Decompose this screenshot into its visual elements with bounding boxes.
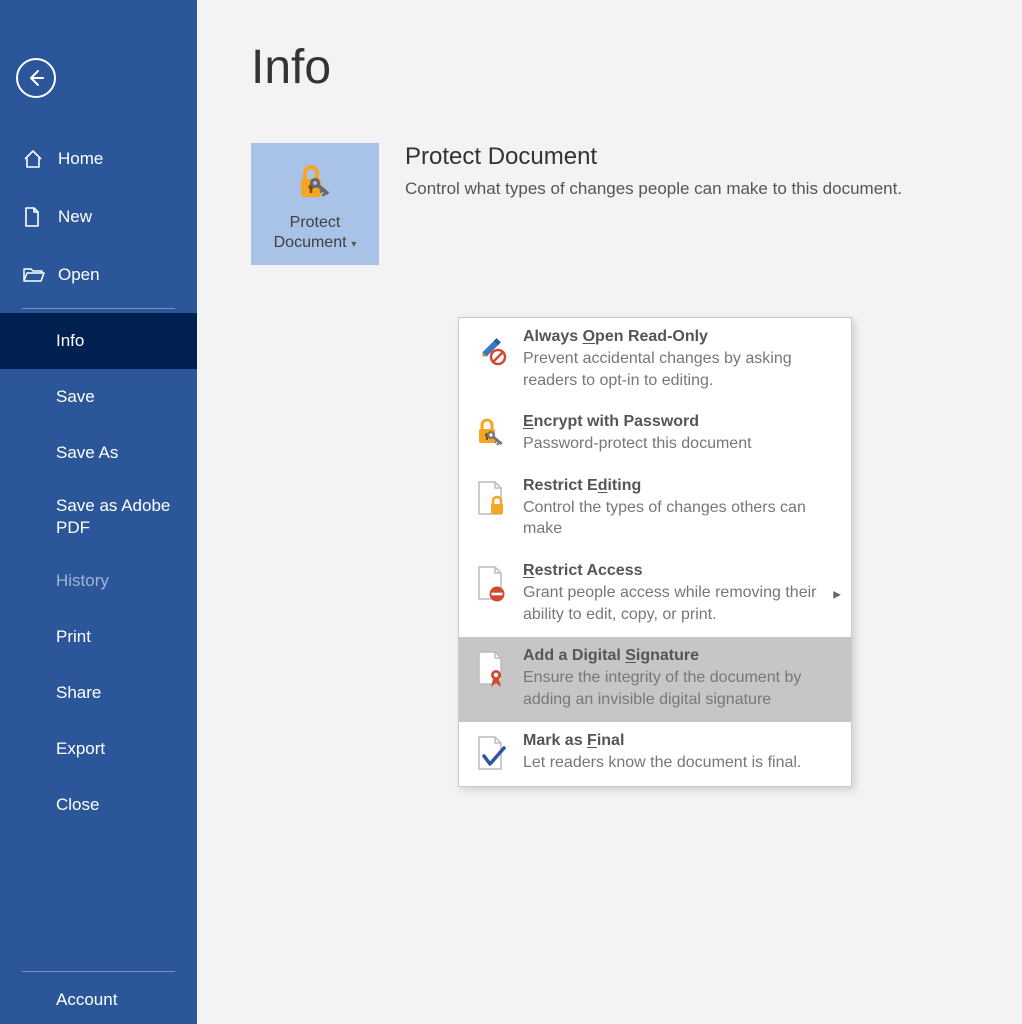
doc-lock-icon [473, 477, 509, 540]
nav-mid: Info Save Save As Save as Adobe PDF Hist… [0, 313, 197, 833]
sidebar-item-print[interactable]: Print [0, 609, 197, 665]
page-title: Info [251, 40, 1022, 95]
sidebar-item-label: Print [56, 627, 91, 647]
sidebar-item-history: History [0, 553, 197, 609]
menu-item-title: Restrict Editing [523, 477, 837, 495]
sidebar-item-close[interactable]: Close [0, 777, 197, 833]
protect-document-text: Protect Document Control what types of c… [405, 143, 902, 199]
sidebar-item-label: Account [56, 990, 117, 1010]
menu-item-description: Control the types of changes others can … [523, 497, 837, 540]
sidebar-item-label: Save [56, 387, 95, 407]
menu-item-description: Grant people access while removing their… [523, 582, 837, 625]
pencil-readonly-icon [473, 328, 509, 391]
sidebar-item-label: Open [58, 265, 100, 285]
nav-bottom: Account [0, 967, 197, 1024]
menu-item-encrypt-with-password[interactable]: Encrypt with Password Password-protect t… [459, 403, 851, 467]
menu-item-title: Mark as Final [523, 732, 837, 750]
protect-document-menu: Always Open Read-Only Prevent accidental… [458, 317, 852, 787]
menu-item-restrict-access[interactable]: Restrict Access Grant people access whil… [459, 552, 851, 637]
doc-check-icon [473, 732, 509, 774]
separator [22, 971, 175, 972]
sidebar-item-account[interactable]: Account [0, 976, 197, 1024]
sidebar-item-save-as[interactable]: Save As [0, 425, 197, 481]
sidebar-item-label: Save as Adobe PDF [56, 495, 175, 539]
sidebar-item-share[interactable]: Share [0, 665, 197, 721]
protect-document-section: Protect Document ▾ Protect Document Cont… [251, 143, 1022, 265]
sidebar-item-save[interactable]: Save [0, 369, 197, 425]
chevron-down-icon: ▾ [349, 239, 357, 250]
menu-item-description: Ensure the integrity of the document by … [523, 667, 837, 710]
arrow-left-icon [26, 68, 46, 88]
sidebar-item-export[interactable]: Export [0, 721, 197, 777]
sidebar-item-open[interactable]: Open [0, 246, 197, 304]
sidebar-item-home[interactable]: Home [0, 130, 197, 188]
menu-item-add-digital-signature[interactable]: Add a Digital Signature Ensure the integ… [459, 637, 851, 722]
protect-document-button[interactable]: Protect Document ▾ [251, 143, 379, 265]
menu-item-title: Encrypt with Password [523, 413, 837, 431]
menu-item-description: Prevent accidental changes by asking rea… [523, 348, 837, 391]
chevron-right-icon: ▶ [833, 589, 841, 600]
menu-item-title: Restrict Access [523, 562, 837, 580]
sidebar-item-info[interactable]: Info [0, 313, 197, 369]
home-icon [22, 148, 44, 170]
lock-key-icon [473, 413, 509, 455]
menu-item-restrict-editing[interactable]: Restrict Editing Control the types of ch… [459, 467, 851, 552]
sidebar-item-label: History [56, 571, 109, 591]
menu-item-description: Let readers know the document is final. [523, 752, 837, 774]
sidebar-item-new[interactable]: New [0, 188, 197, 246]
separator [22, 308, 175, 309]
sidebar-item-label: Save As [56, 443, 118, 463]
backstage-sidebar: Home New Open Info Save Save As Save as … [0, 0, 197, 1024]
protect-document-button-label: Protect Document ▾ [274, 213, 357, 253]
sidebar-item-label: Home [58, 149, 103, 169]
sidebar-item-label: New [58, 207, 92, 227]
folder-open-icon [22, 264, 44, 286]
menu-item-title: Always Open Read-Only [523, 328, 837, 346]
section-heading: Protect Document [405, 143, 902, 171]
lock-key-icon [293, 159, 337, 207]
sidebar-item-label: Share [56, 683, 101, 703]
back-button[interactable] [16, 58, 56, 98]
sidebar-item-label: Export [56, 739, 105, 759]
sidebar-item-save-adobe-pdf[interactable]: Save as Adobe PDF [0, 481, 197, 553]
menu-item-mark-as-final[interactable]: Mark as Final Let readers know the docum… [459, 722, 851, 786]
menu-item-description: Password-protect this document [523, 433, 837, 455]
main-content: Info ware that it contains: author's nam… [197, 0, 1022, 1024]
section-description: Control what types of changes people can… [405, 179, 902, 199]
sidebar-item-label: Close [56, 795, 99, 815]
doc-ribbon-icon [473, 647, 509, 710]
sidebar-item-label: Info [56, 331, 84, 351]
doc-noentry-icon [473, 562, 509, 625]
new-doc-icon [22, 206, 44, 228]
menu-item-title: Add a Digital Signature [523, 647, 837, 665]
menu-item-always-open-read-only[interactable]: Always Open Read-Only Prevent accidental… [459, 318, 851, 403]
nav-top: Home New Open [0, 130, 197, 304]
